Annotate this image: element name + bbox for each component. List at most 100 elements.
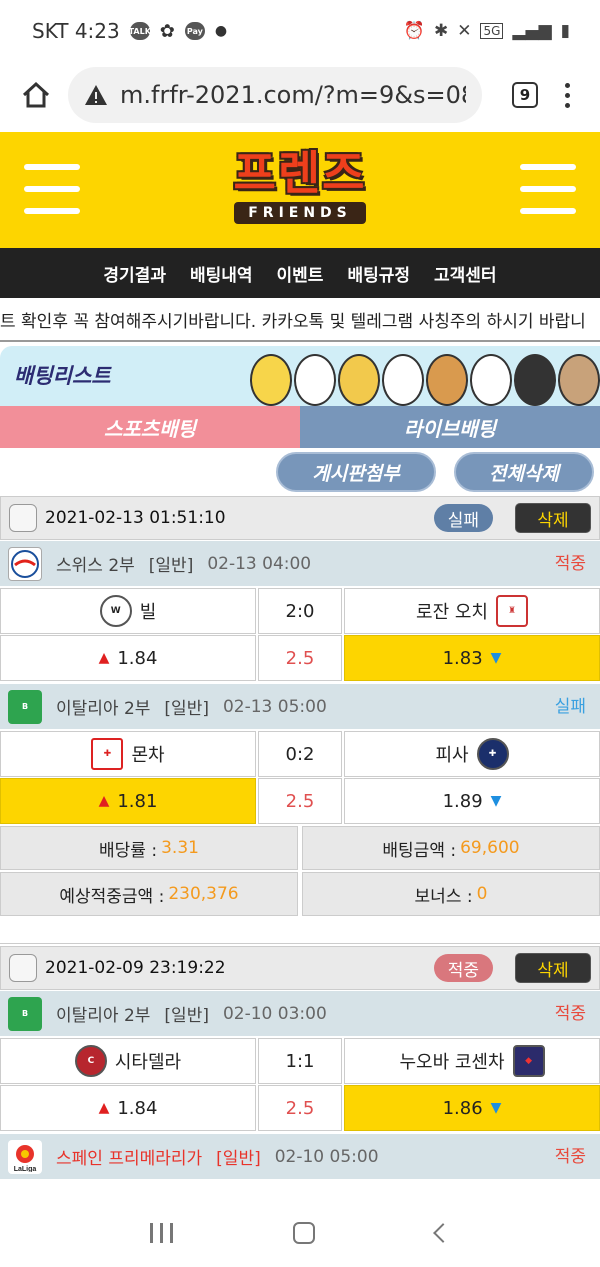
home-team-name: 시타델라 — [114, 1052, 182, 1073]
delete-button[interactable]: 삭제 — [515, 503, 591, 533]
nav-support[interactable]: 고객센터 — [434, 261, 497, 286]
talk-icon: TALK — [129, 22, 151, 40]
home-odds: ▲ 1.84 — [0, 635, 256, 681]
away-odds-value: 1.89 — [442, 790, 483, 812]
banner-title: 배팅리스트 — [14, 364, 111, 388]
bluetooth-icon: ✱ — [433, 21, 449, 41]
home-button-icon[interactable] — [293, 1222, 316, 1244]
odds-rate: 배당률 :3.31 — [0, 826, 298, 870]
slip-checkbox[interactable] — [9, 954, 37, 982]
home-team: ✚ 몬차 — [0, 731, 256, 777]
nav-bet-history[interactable]: 배팅내역 — [190, 261, 253, 286]
home-odds-value: 1.84 — [117, 1097, 158, 1119]
recent-apps-icon[interactable] — [150, 1223, 174, 1243]
overflow-menu-icon[interactable] — [552, 82, 582, 108]
home-team: C 시타델라 — [0, 1038, 256, 1084]
kakao-characters-image — [250, 346, 600, 406]
slip-checkbox[interactable] — [9, 504, 37, 532]
league-name: 스페인 프리메라리가 — [56, 1149, 203, 1169]
status-bar: SKT 4:23 TALK ✿ Pay ● ⏰ ✱ ✕ 5G ▂▄▆ ▮ — [0, 0, 600, 62]
away-odds-value: 1.86 — [442, 1097, 483, 1119]
warning-icon — [85, 85, 107, 105]
nav-results[interactable]: 경기결과 — [103, 261, 166, 286]
lausanne-ouchy-crest-icon: ♜ — [495, 595, 528, 627]
bonus-label: 보너스 : — [414, 886, 473, 907]
delete-button[interactable]: 삭제 — [515, 953, 591, 983]
odds-rate-label: 배당률 : — [99, 840, 158, 861]
delete-all-button[interactable]: 전체삭제 — [454, 452, 594, 492]
teams-row: C 시타델라 1:1 누오바 코센차 ◆ — [0, 1038, 600, 1084]
slip-status-badge: 실패 — [433, 504, 493, 532]
bonus-value: 0 — [476, 884, 488, 904]
bet-type-tabs: 스포츠배팅 라이브배팅 — [0, 406, 600, 448]
tab-sports-betting[interactable]: 스포츠배팅 — [0, 406, 300, 448]
5g-icon: 5G — [480, 23, 504, 39]
pay-icon: Pay — [184, 22, 205, 40]
bet-kind: [일반] — [164, 699, 209, 719]
bet-kind: [일반] — [216, 1149, 261, 1169]
cittadella-crest-icon: C — [74, 1045, 107, 1077]
bet-amount: 배팅금액 :69,600 — [302, 826, 600, 870]
list-actions: 게시판첨부 전체삭제 — [0, 448, 600, 496]
main-nav: 경기결과 배팅내역 이벤트 배팅규정 고객센터 — [0, 248, 600, 298]
slip-date: 2021-02-09 23:19:22 — [45, 958, 226, 978]
logo-korean: 프렌즈 — [233, 146, 367, 200]
svg-text:LaLiga: LaLiga — [14, 1166, 37, 1172]
bet-slip: 2021-02-09 23:19:22 적중 삭제 B 이탈리아 2부 [일반]… — [0, 946, 600, 1179]
bonus: 보너스 :0 — [302, 872, 600, 916]
down-arrow-icon: ▼ — [490, 1100, 502, 1116]
draw-odds: 2.5 — [258, 1085, 342, 1131]
pisa-crest-icon: ✚ — [476, 738, 509, 770]
away-team: 누오바 코센차 ◆ — [344, 1038, 600, 1084]
league-name: 이탈리아 2부 — [56, 1006, 151, 1026]
tab-count-button[interactable]: 9 — [512, 82, 538, 108]
right-menu-icon[interactable] — [520, 164, 576, 214]
tab-live-betting[interactable]: 라이브배팅 — [300, 406, 600, 448]
match-time: 02-13 04:00 — [207, 553, 312, 574]
home-odds-value: 1.81 — [117, 790, 158, 812]
expected-win-label: 예상적중금액 : — [59, 886, 165, 907]
league-row: 스위스 2부 [일반] 02-13 04:00 적중 — [0, 540, 600, 586]
league-name: 스위스 2부 — [56, 556, 135, 576]
url-text: m.frfr-2021.com/?m=9&s=08 — [120, 81, 466, 109]
score: 2:0 — [258, 588, 342, 634]
signal-icon: ▂▄▆ — [512, 21, 552, 41]
score: 0:2 — [258, 731, 342, 777]
system-nav-bar — [0, 1199, 600, 1267]
attach-to-board-button[interactable]: 게시판첨부 — [276, 452, 436, 492]
home-odds: ▲ 1.84 — [0, 1085, 256, 1131]
slip-divider — [0, 916, 600, 944]
battery-icon: ▮ — [560, 21, 570, 41]
browser-toolbar: m.frfr-2021.com/?m=9&s=08 9 — [0, 62, 600, 128]
draw-odds: 2.5 — [258, 778, 342, 824]
odds-rate-value: 3.31 — [161, 838, 199, 858]
away-team: 로잔 오치 ♜ — [344, 588, 600, 634]
away-team-name: 로잔 오치 — [416, 602, 488, 623]
serie-b-icon: B — [8, 996, 42, 1031]
game-result: 실패 — [554, 697, 586, 717]
slip-summary: 배당률 :3.31 배팅금액 :69,600 예상적중금액 :230,376 보… — [0, 826, 600, 916]
back-icon[interactable] — [432, 1223, 453, 1243]
slip-status-badge: 적중 — [433, 954, 493, 982]
cosenza-crest-icon: ◆ — [512, 1045, 545, 1077]
home-icon[interactable] — [18, 77, 54, 113]
away-team-name: 피사 — [435, 745, 469, 766]
home-team-name: 빌 — [139, 602, 157, 623]
slip-header: 2021-02-09 23:19:22 적중 삭제 — [0, 946, 600, 990]
home-team-name: 몬차 — [131, 745, 165, 766]
site-logo[interactable]: 프렌즈 FRIENDS — [212, 144, 388, 232]
nav-events[interactable]: 이벤트 — [277, 261, 324, 286]
monza-crest-icon: ✚ — [91, 738, 124, 770]
left-menu-icon[interactable] — [24, 164, 80, 214]
away-odds-selected: 1.83 ▼ — [344, 635, 600, 681]
mute-icon: ✕ — [457, 21, 472, 41]
nav-rules[interactable]: 배팅규정 — [347, 261, 410, 286]
url-bar[interactable]: m.frfr-2021.com/?m=9&s=08 — [68, 67, 482, 123]
match-time: 02-13 05:00 — [222, 696, 327, 717]
alarm-icon: ⏰ — [403, 21, 425, 41]
league-row: B 이탈리아 2부 [일반] 02-13 05:00 실패 — [0, 683, 600, 729]
expected-win: 예상적중금액 :230,376 — [0, 872, 298, 916]
home-odds-selected: ▲ 1.81 — [0, 778, 256, 824]
bet-amount-value: 69,600 — [460, 838, 520, 858]
up-arrow-icon: ▲ — [98, 793, 110, 809]
